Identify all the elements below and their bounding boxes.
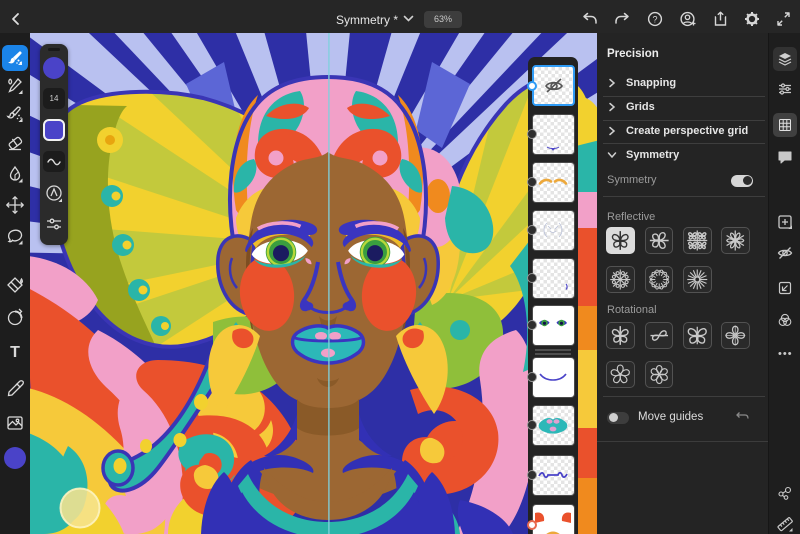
svg-text:?: ? <box>652 14 657 24</box>
